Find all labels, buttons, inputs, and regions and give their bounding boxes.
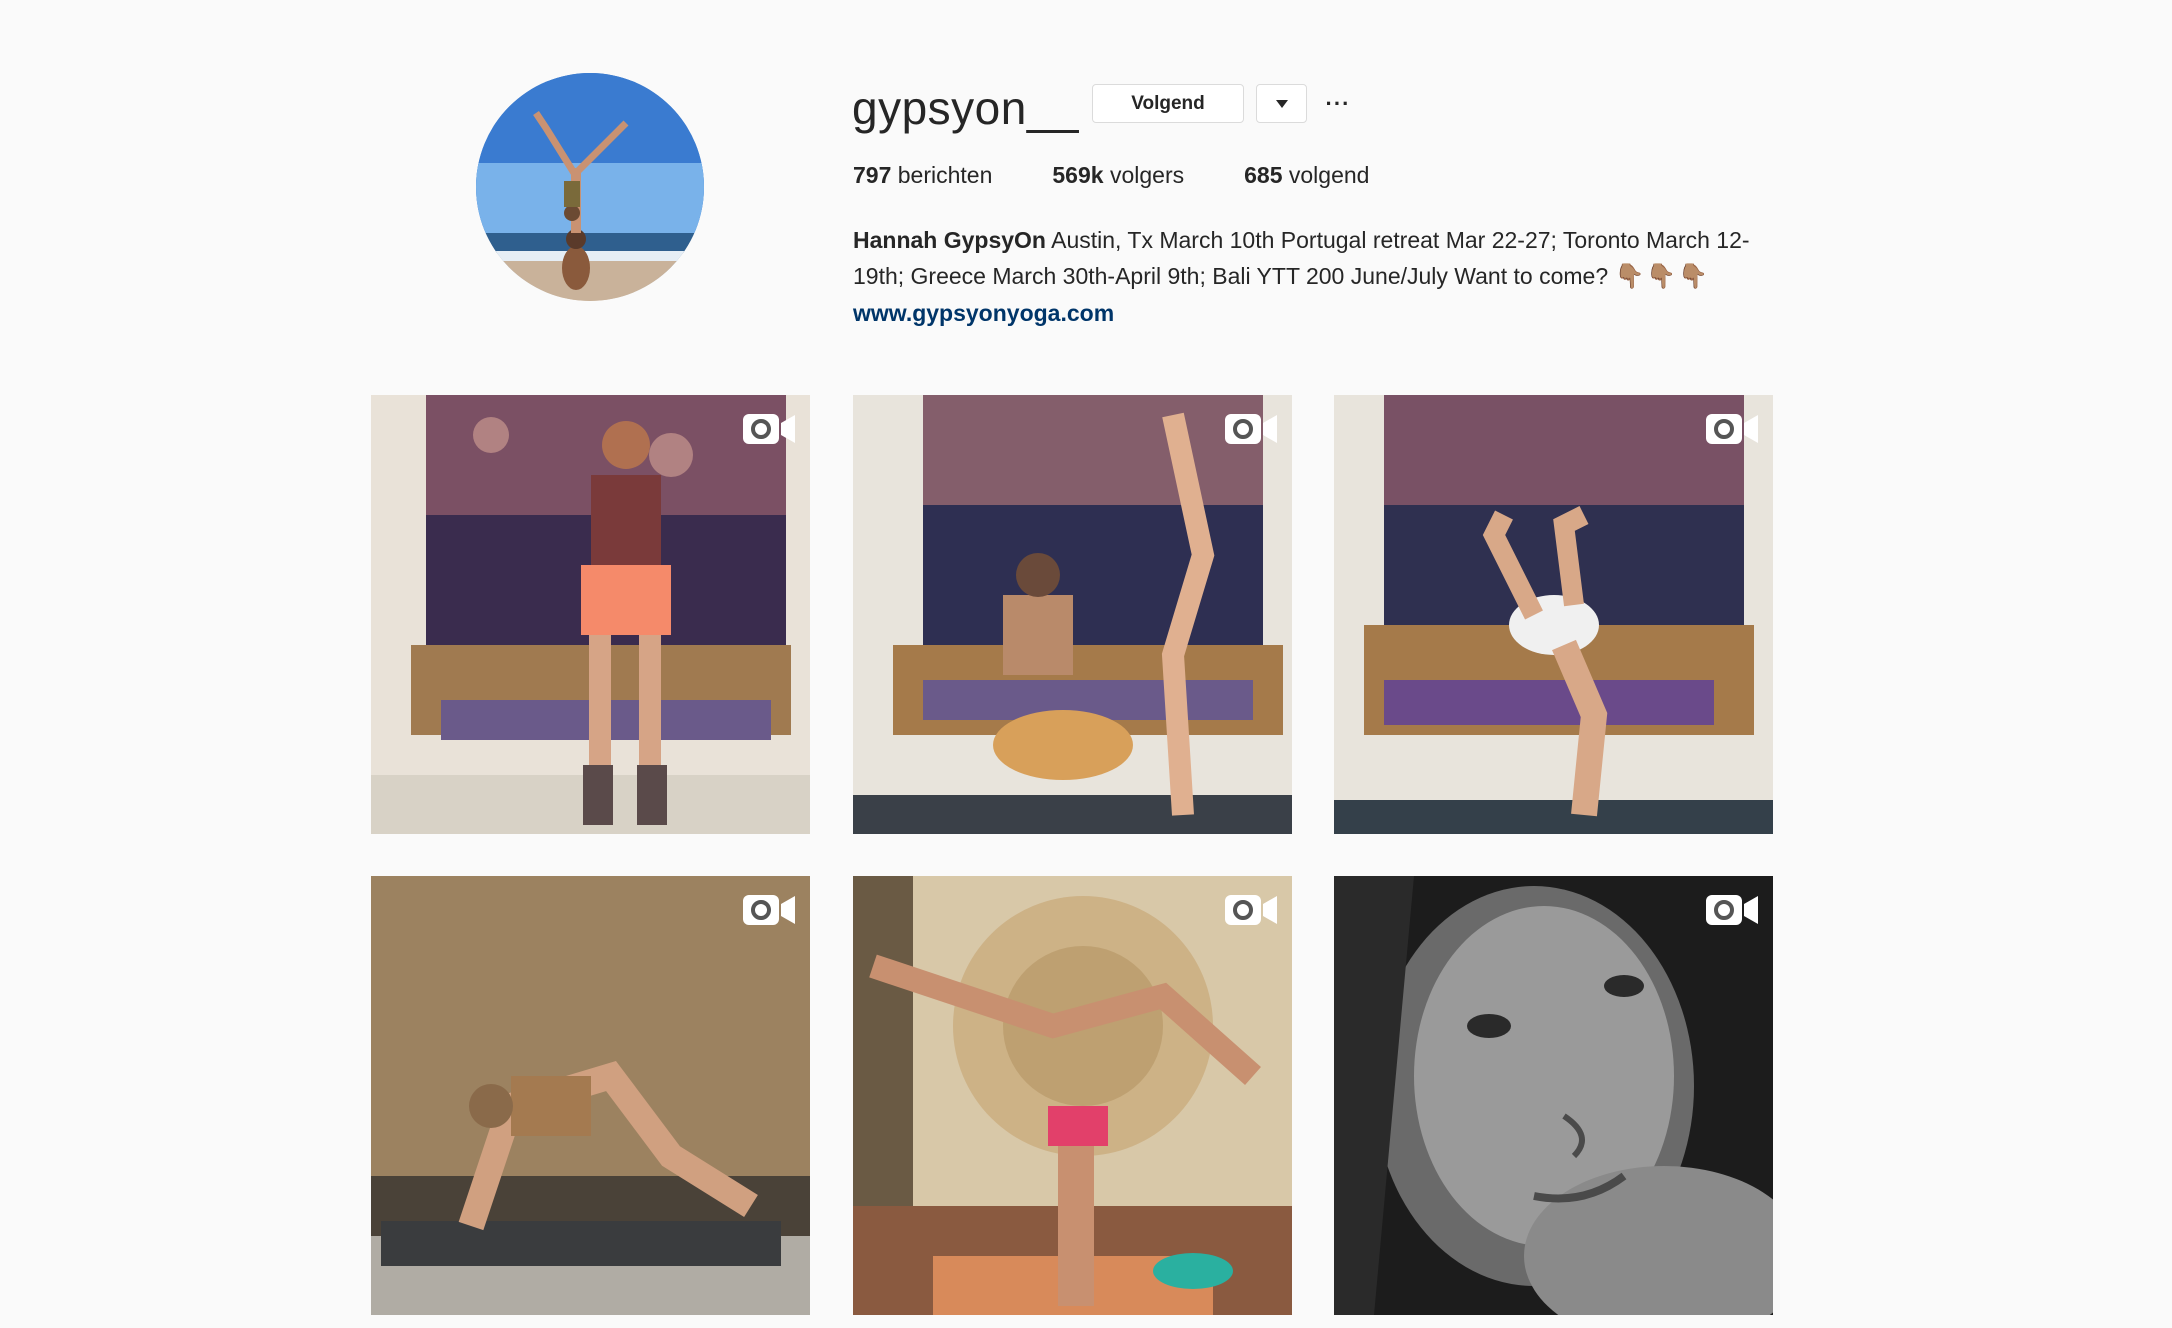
profile-website-link[interactable]: www.gypsyonyoga.com — [853, 295, 1753, 331]
followers-stat[interactable]: 569k volgers — [1052, 162, 1184, 189]
following-label: volgend — [1288, 162, 1370, 188]
profile-page: gypsyon__ Volgend ··· 797 berichten 569k… — [0, 0, 2172, 1328]
post-tile[interactable] — [853, 395, 1292, 834]
post-tile[interactable] — [371, 395, 810, 834]
video-camera-icon — [1705, 892, 1759, 928]
profile-stats: 797 berichten 569k volgers 685 volgend — [853, 162, 1429, 189]
posts-stat: 797 berichten — [853, 162, 992, 189]
post-thumbnail — [853, 876, 1292, 1315]
posts-count: 797 — [853, 162, 892, 188]
caret-down-icon — [1275, 99, 1288, 108]
followers-label: volgers — [1109, 162, 1185, 188]
post-thumbnail — [371, 876, 810, 1315]
post-thumbnail — [1334, 395, 1773, 834]
suggestions-dropdown-button[interactable] — [1256, 84, 1307, 123]
video-camera-icon — [1705, 411, 1759, 447]
post-thumbnail — [371, 395, 810, 834]
post-tile[interactable] — [1334, 876, 1773, 1315]
post-tile[interactable] — [853, 876, 1292, 1315]
profile-full-name: Hannah GypsyOn — [853, 227, 1046, 253]
video-camera-icon — [1224, 411, 1278, 447]
avatar-image — [476, 73, 704, 301]
followers-count: 569k — [1052, 162, 1104, 188]
following-count: 685 — [1244, 162, 1283, 188]
more-options-icon[interactable]: ··· — [1322, 88, 1354, 120]
post-thumbnail — [1334, 876, 1773, 1315]
following-button[interactable]: Volgend — [1092, 84, 1244, 123]
profile-avatar[interactable] — [476, 73, 704, 301]
profile-username: gypsyon__ — [852, 82, 1079, 134]
post-tile[interactable] — [1334, 395, 1773, 834]
video-camera-icon — [742, 411, 796, 447]
profile-bio: Hannah GypsyOn Austin, Tx March 10th Por… — [853, 222, 1753, 331]
pointing-down-emoji: 👇🏽👇🏽👇🏽 — [1614, 263, 1711, 290]
video-camera-icon — [742, 892, 796, 928]
following-stat[interactable]: 685 volgend — [1244, 162, 1369, 189]
video-camera-icon — [1224, 892, 1278, 928]
posts-label: berichten — [897, 162, 993, 188]
post-tile[interactable] — [371, 876, 810, 1315]
post-thumbnail — [853, 395, 1292, 834]
